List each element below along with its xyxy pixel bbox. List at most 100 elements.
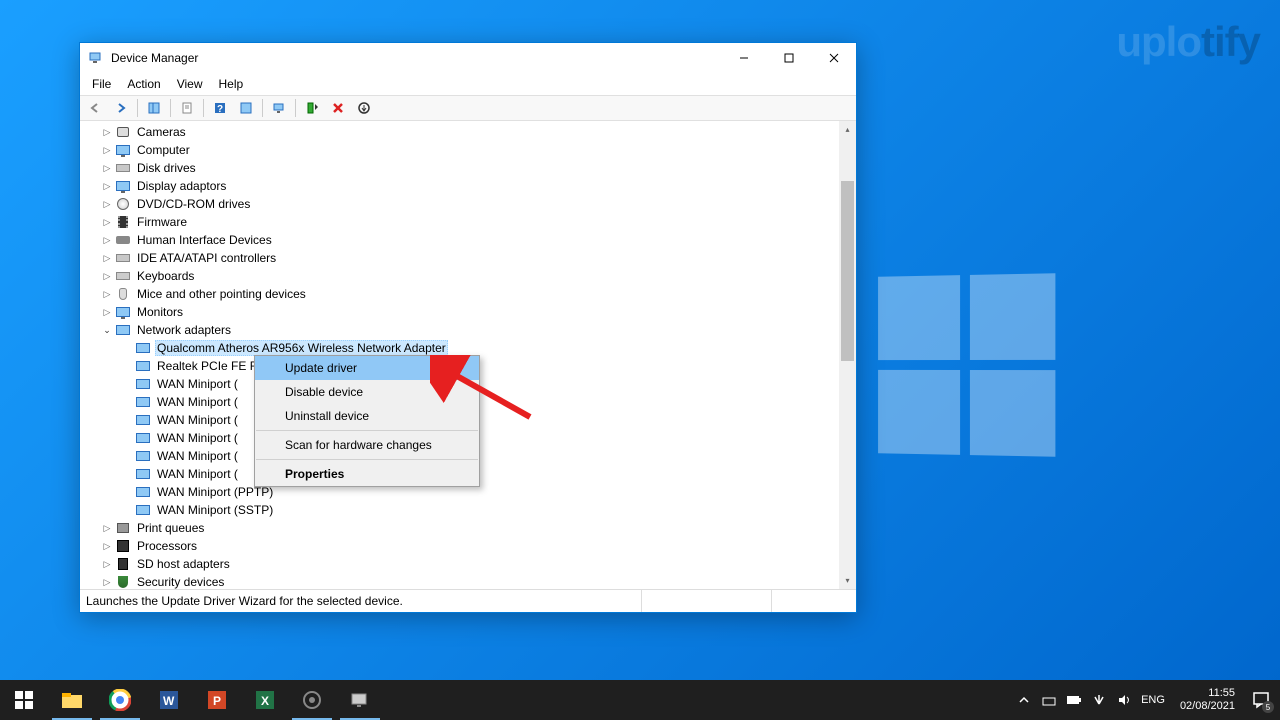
status-text: Launches the Update Driver Wizard for th… [80, 590, 642, 612]
disc-icon [115, 196, 131, 212]
taskbar-chrome[interactable] [96, 680, 144, 720]
taskbar-word[interactable]: W [144, 680, 192, 720]
tree-item-keyboards[interactable]: ▷Keyboards [80, 267, 839, 285]
window-title: Device Manager [111, 51, 721, 65]
tray-wifi-icon[interactable] [1091, 692, 1107, 708]
tree-item-disk-drives[interactable]: ▷Disk drives [80, 159, 839, 177]
vertical-scrollbar[interactable]: ▴ ▾ [839, 121, 856, 589]
titlebar[interactable]: Device Manager [80, 43, 856, 73]
menu-help[interactable]: Help [211, 75, 252, 93]
disable-button[interactable] [352, 97, 376, 119]
expander-icon[interactable]: ▷ [100, 197, 114, 211]
tray-onedrive-icon[interactable] [1041, 692, 1057, 708]
expander-icon[interactable]: ▷ [100, 125, 114, 139]
expander-icon[interactable]: ▷ [100, 269, 114, 283]
expander-icon[interactable]: ▷ [100, 305, 114, 319]
forward-button[interactable] [109, 97, 133, 119]
taskbar-excel[interactable]: X [240, 680, 288, 720]
network-adapter-icon [135, 466, 151, 482]
tree-item-processors[interactable]: ▷Processors [80, 537, 839, 555]
expander-icon[interactable]: ▷ [100, 215, 114, 229]
tray-notifications-icon[interactable]: 5 [1250, 689, 1272, 711]
ctx-disable-device[interactable]: Disable device [255, 380, 479, 404]
network-adapter-icon [135, 430, 151, 446]
expander-icon[interactable]: ▷ [100, 179, 114, 193]
expander-icon[interactable]: ▷ [100, 251, 114, 265]
watermark: uplotify [1116, 18, 1260, 66]
computer-icon [115, 142, 131, 158]
network-adapter-icon [135, 484, 151, 500]
tree-item-print-queues[interactable]: ▷Print queues [80, 519, 839, 537]
tree-item-firmware[interactable]: ▷Firmware [80, 213, 839, 231]
update-driver-button[interactable] [300, 97, 324, 119]
expander-icon[interactable]: ▷ [100, 143, 114, 157]
scroll-down-icon[interactable]: ▾ [839, 572, 856, 589]
printer-icon [115, 520, 131, 536]
ctx-update-driver[interactable]: Update driver [255, 356, 479, 380]
monitor-icon [115, 304, 131, 320]
tray-battery-icon[interactable] [1066, 692, 1082, 708]
tree-item-display-adaptors[interactable]: ▷Display adaptors [80, 177, 839, 195]
firmware-icon [115, 214, 131, 230]
tray-expand-icon[interactable] [1016, 692, 1032, 708]
drive-icon [115, 160, 131, 176]
expander-icon[interactable]: ▷ [100, 575, 114, 589]
tree-item-network-adapters[interactable]: ⌄Network adapters [80, 321, 839, 339]
taskbar-file-explorer[interactable] [48, 680, 96, 720]
tray-volume-icon[interactable] [1116, 692, 1132, 708]
back-button[interactable] [83, 97, 107, 119]
maximize-button[interactable] [766, 43, 811, 73]
camera-icon [115, 124, 131, 140]
menu-file[interactable]: File [84, 75, 119, 93]
tree-item-dvd[interactable]: ▷DVD/CD-ROM drives [80, 195, 839, 213]
help-button[interactable]: ? [208, 97, 232, 119]
tray-clock[interactable]: 11:55 02/08/2021 [1180, 687, 1235, 713]
display-icon [115, 178, 131, 194]
expander-icon[interactable]: ▷ [100, 161, 114, 175]
network-icon [115, 322, 131, 338]
properties-button[interactable] [175, 97, 199, 119]
svg-text:?: ? [217, 104, 223, 115]
tray-language[interactable]: ENG [1141, 694, 1165, 706]
show-hidden-button[interactable] [234, 97, 258, 119]
ctx-uninstall-device[interactable]: Uninstall device [255, 404, 479, 428]
expander-icon[interactable]: ▷ [100, 287, 114, 301]
tree-item-ide[interactable]: ▷IDE ATA/ATAPI controllers [80, 249, 839, 267]
app-icon [88, 50, 104, 66]
expander-icon[interactable]: ▷ [100, 233, 114, 247]
network-adapter-icon [135, 394, 151, 410]
scan-hardware-button[interactable] [267, 97, 291, 119]
scroll-up-icon[interactable]: ▴ [839, 121, 856, 138]
network-adapter-icon [135, 358, 151, 374]
expander-icon[interactable]: ▷ [100, 539, 114, 553]
expander-icon[interactable]: ⌄ [100, 323, 114, 337]
uninstall-button[interactable] [326, 97, 350, 119]
scroll-thumb[interactable] [841, 181, 854, 361]
close-button[interactable] [811, 43, 856, 73]
tree-item-cameras[interactable]: ▷Cameras [80, 123, 839, 141]
tree-item-wan-miniport-sstp[interactable]: WAN Miniport (SSTP) [80, 501, 839, 519]
menu-action[interactable]: Action [119, 75, 168, 93]
expander-icon[interactable]: ▷ [100, 521, 114, 535]
device-manager-window: Device Manager File Action View Help ? ▷… [79, 42, 857, 613]
svg-text:P: P [213, 694, 221, 708]
tree-item-computer[interactable]: ▷Computer [80, 141, 839, 159]
taskbar-settings[interactable] [288, 680, 336, 720]
minimize-button[interactable] [721, 43, 766, 73]
ctx-scan-hardware[interactable]: Scan for hardware changes [255, 433, 479, 457]
separator [256, 430, 478, 431]
show-hide-tree-button[interactable] [142, 97, 166, 119]
tree-item-security-devices[interactable]: ▷Security devices [80, 573, 839, 589]
taskbar-powerpoint[interactable]: P [192, 680, 240, 720]
tree-item-mice[interactable]: ▷Mice and other pointing devices [80, 285, 839, 303]
taskbar-device-manager[interactable] [336, 680, 384, 720]
tree-item-sd-host[interactable]: ▷SD host adapters [80, 555, 839, 573]
expander-icon[interactable]: ▷ [100, 557, 114, 571]
tree-item-monitors[interactable]: ▷Monitors [80, 303, 839, 321]
statusbar: Launches the Update Driver Wizard for th… [80, 590, 856, 612]
start-button[interactable] [0, 680, 48, 720]
menu-view[interactable]: View [169, 75, 211, 93]
network-adapter-icon [135, 412, 151, 428]
ctx-properties[interactable]: Properties [255, 462, 479, 486]
tree-item-hid[interactable]: ▷Human Interface Devices [80, 231, 839, 249]
